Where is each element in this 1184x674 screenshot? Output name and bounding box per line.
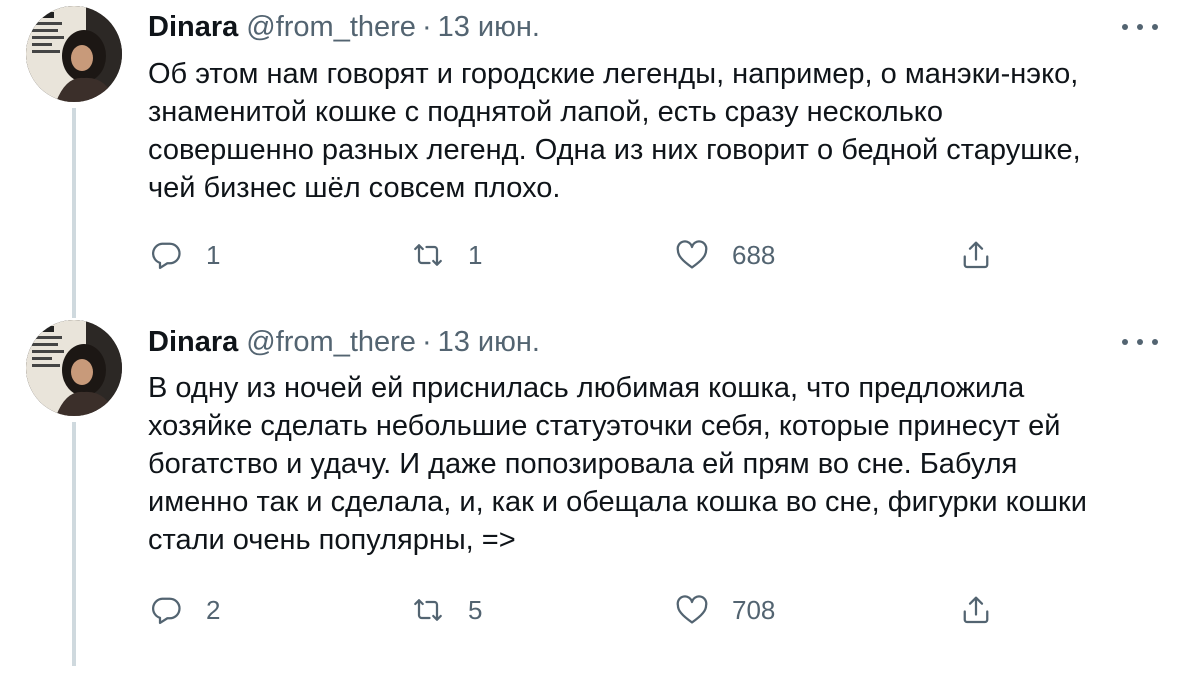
reply-button[interactable]: 2 xyxy=(148,590,220,630)
share-button[interactable] xyxy=(958,235,994,275)
author-name[interactable]: Dinara xyxy=(148,11,238,44)
retweet-button[interactable]: 1 xyxy=(410,235,482,275)
retweet-button[interactable]: 5 xyxy=(410,590,482,630)
tweet-text: В одну из ночей ей приснилась любимая ко… xyxy=(148,372,1087,556)
tweet-header: Dinara @from_there · 13 июн. xyxy=(148,324,540,360)
tweet-date[interactable]: 13 июн. xyxy=(438,11,540,44)
retweet-icon xyxy=(414,599,442,621)
separator: · xyxy=(421,10,432,43)
like-button[interactable]: 688 xyxy=(674,235,775,275)
avatar-image xyxy=(26,320,122,416)
like-count: 688 xyxy=(732,239,776,270)
tweet[interactable]: Dinara @from_there · 13 июн. В одну из н… xyxy=(0,318,1184,674)
more-options-icon[interactable] xyxy=(1122,17,1158,37)
heart-icon xyxy=(676,595,708,624)
like-count: 708 xyxy=(732,594,776,625)
reply-icon xyxy=(151,597,181,625)
reply-count: 2 xyxy=(206,594,221,625)
heart-icon xyxy=(676,240,708,269)
separator: · xyxy=(421,325,432,358)
share-button[interactable] xyxy=(958,590,994,630)
like-button[interactable]: 708 xyxy=(674,590,775,630)
reply-icon xyxy=(151,242,181,270)
avatar[interactable] xyxy=(26,6,122,102)
author-name[interactable]: Dinara xyxy=(148,326,238,359)
tweet-date[interactable]: 13 июн. xyxy=(438,326,540,359)
avatar[interactable] xyxy=(26,320,122,416)
tweet-text: Об этом нам говорят и городские легенды,… xyxy=(148,58,1081,204)
avatar-image xyxy=(26,6,122,102)
more-options-icon[interactable] xyxy=(1122,332,1158,352)
tweet[interactable]: Dinara @from_there · 13 июн. Об этом нам… xyxy=(0,0,1184,318)
retweet-count: 5 xyxy=(468,594,483,625)
author-handle[interactable]: @from_there xyxy=(246,326,416,359)
reply-button[interactable]: 1 xyxy=(148,235,220,275)
retweet-icon xyxy=(414,244,442,266)
retweet-count: 1 xyxy=(468,239,483,270)
reply-count: 1 xyxy=(206,239,221,270)
tweet-header: Dinara @from_there · 13 июн. xyxy=(148,9,540,45)
share-icon xyxy=(963,596,989,624)
author-handle[interactable]: @from_there xyxy=(246,11,416,44)
share-icon xyxy=(963,241,989,269)
